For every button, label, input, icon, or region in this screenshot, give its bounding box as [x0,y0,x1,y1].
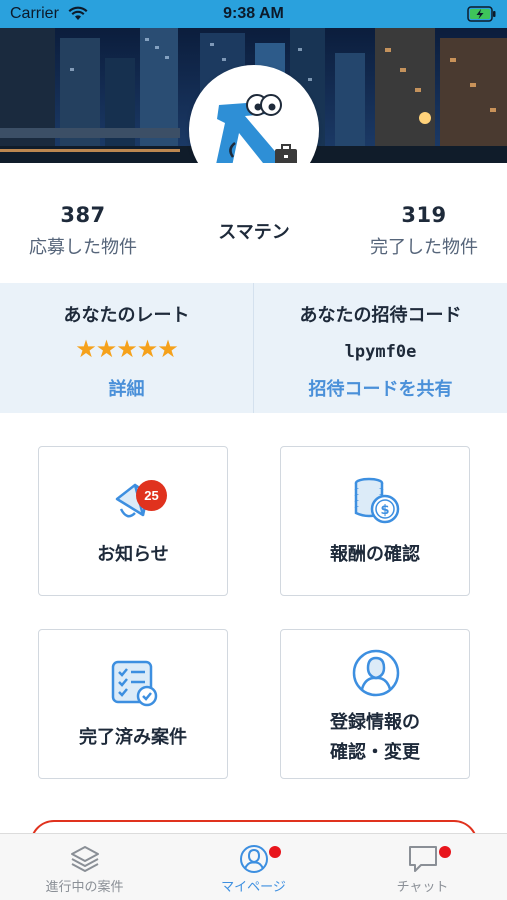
tab-my-page[interactable]: マイページ [169,834,338,900]
chat-notification-dot [439,846,451,858]
my-page-notification-dot [269,846,281,858]
status-bar: Carrier 9:38 AM [0,0,507,28]
applied-stat: 387 応募した物件 [0,203,173,259]
tab-chat[interactable]: チャット [338,834,507,900]
profile-settings-label-line1: 登録情報の [330,712,420,733]
notice-card[interactable]: 25 お知らせ [38,446,228,596]
layers-icon [71,846,99,872]
tab-in-progress-label: 進行中の案件 [45,880,124,895]
svg-text:$: $ [380,503,389,518]
tab-my-page-label: マイページ [221,880,286,895]
rate-section: あなたのレート ★★★★★ 詳細 [0,283,253,413]
user-circle-icon [352,649,400,697]
rate-title: あなたのレート [63,305,190,326]
rate-detail-link[interactable]: 詳細 [0,375,253,401]
profile-settings-card[interactable]: 登録情報の 確認・変更 [280,629,470,779]
completed-label: 完了した物件 [370,237,478,258]
coins-icon: $ [354,477,400,524]
profile-settings-label-line2: 確認・変更 [330,742,420,763]
battery-charging-icon [467,6,496,22]
applied-label: 応募した物件 [29,237,137,258]
notice-badge: 25 [136,480,167,511]
chat-icon [409,846,437,872]
reward-label: 報酬の確認 [330,544,420,565]
completed-jobs-card[interactable]: 完了済み案件 [38,629,228,779]
user-name: スマテン [218,222,290,243]
profile-stats: 387 応募した物件 スマテン 319 完了した物件 [0,163,507,283]
tab-chat-label: チャット [396,880,449,895]
completed-stat: 319 完了した物件 [334,203,507,259]
person-icon [240,845,268,873]
tab-in-progress[interactable]: 進行中の案件 [0,834,169,900]
invite-title: あなたの招待コード [299,305,462,326]
tab-bar: 進行中の案件 マイページ チャット [0,833,507,900]
reward-card[interactable]: $ 報酬の確認 [280,446,470,596]
rate-invite-panel: あなたのレート ★★★★★ 詳細 あなたの招待コード lpymf0e 招待コード… [0,283,507,413]
completed-count: 319 [401,203,447,227]
notice-label: お知らせ [97,544,169,565]
rating-stars: ★★★★★ [75,335,179,363]
checklist-icon [111,660,158,707]
clock: 9:38 AM [223,5,284,22]
invite-code: lpymf0e [344,342,417,362]
share-invite-code-link[interactable]: 招待コードを共有 [254,375,507,401]
applied-count: 387 [60,203,106,227]
invite-section: あなたの招待コード lpymf0e 招待コードを共有 [254,283,507,413]
completed-jobs-label: 完了済み案件 [79,727,187,748]
